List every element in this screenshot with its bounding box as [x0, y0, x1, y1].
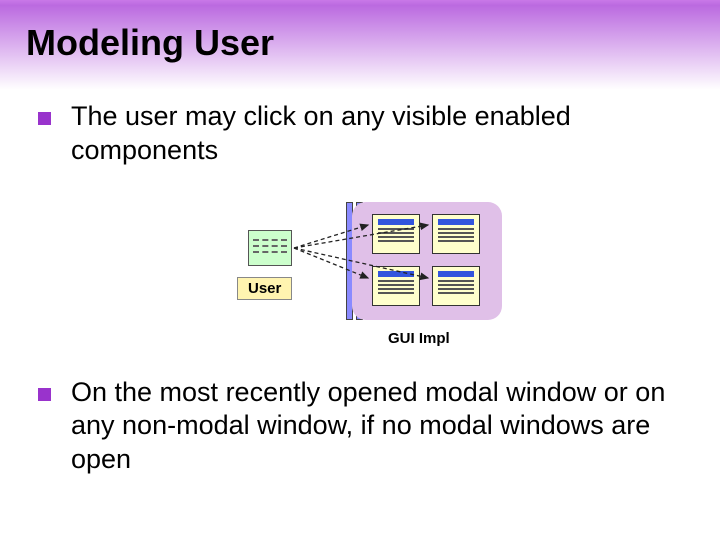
- bullet-item: The user may click on any visible enable…: [30, 100, 700, 168]
- bullet-icon: [38, 388, 51, 401]
- window-card-icon: [372, 266, 420, 306]
- content-area: The user may click on any visible enable…: [0, 90, 720, 477]
- user-box-icon: [248, 230, 292, 266]
- bullet-text: The user may click on any visible enable…: [71, 100, 700, 168]
- slide-title: Modeling User: [26, 22, 274, 64]
- diagram: User: [30, 180, 720, 370]
- window-card-icon: [432, 214, 480, 254]
- gui-impl-box: [352, 202, 502, 320]
- bullet-item: On the most recently opened modal window…: [30, 376, 700, 477]
- window-card-icon: [372, 214, 420, 254]
- bullet-text: On the most recently opened modal window…: [71, 376, 700, 477]
- user-label: User: [237, 277, 292, 300]
- window-card-icon: [432, 266, 480, 306]
- bullet-icon: [38, 112, 51, 125]
- title-band: Modeling User: [0, 0, 720, 90]
- gui-label: GUI Impl: [388, 330, 450, 347]
